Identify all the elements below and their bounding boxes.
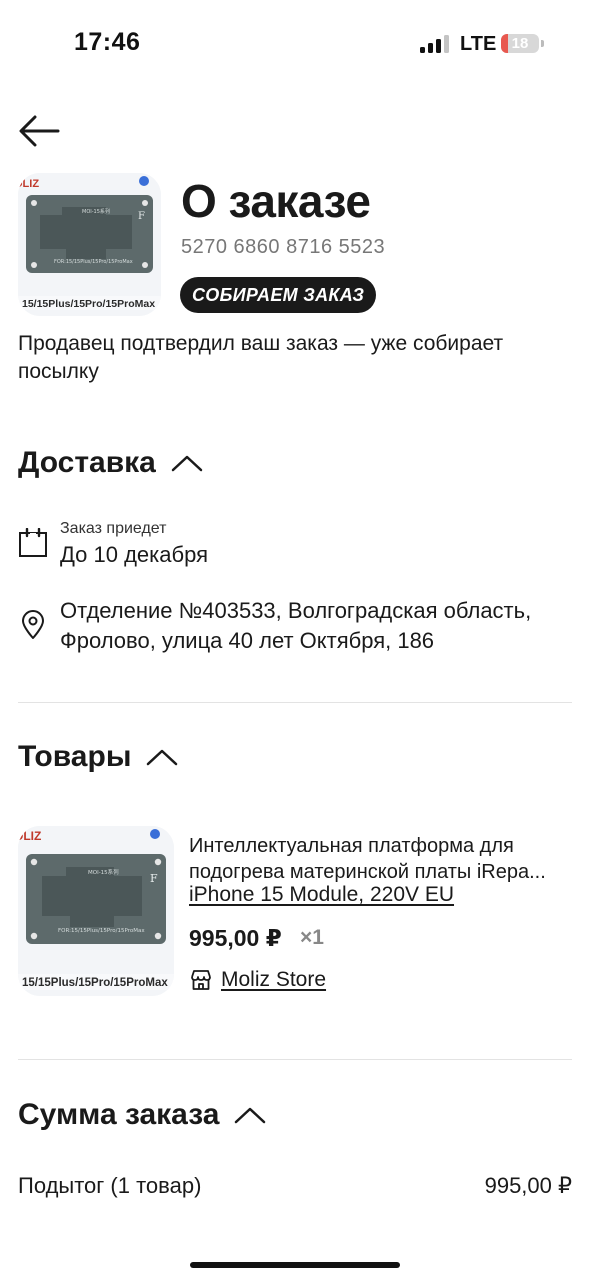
image-caption-text: 15/15Plus/15Pro/15ProMax xyxy=(22,298,155,310)
item-image-caption-text: 15/15Plus/15Pro/15ProMax xyxy=(22,977,168,989)
subtotal-value: 995,00 ₽ xyxy=(484,1173,572,1198)
battery-level: 18 xyxy=(511,35,529,52)
back-button[interactable] xyxy=(18,113,60,149)
section-title-goods: Товары xyxy=(18,740,132,773)
store-icon xyxy=(191,970,211,990)
order-product-image: OLIZ MOI-15系列 F FOR:15/15Plus/15Pro/15Pr… xyxy=(18,173,161,316)
status-bar: 17:46 LTE 18 xyxy=(0,0,590,90)
chevron-up-icon xyxy=(171,455,203,472)
location-pin-icon xyxy=(22,610,44,639)
store-name: Moliz Store xyxy=(221,968,327,991)
arrival-date: До 10 декабря xyxy=(60,542,208,567)
arrival-label: Заказ приедет xyxy=(60,520,167,537)
order-number: 5270 6860 8716 5523 xyxy=(181,236,386,258)
image-brand-text: OLIZ xyxy=(18,178,39,190)
item-image[interactable]: OLIZ MOI-15系列 F FOR:15/15Plus/15Pro/15Pr… xyxy=(18,826,174,996)
item-image-brand-text: OLIZ xyxy=(18,829,41,843)
signal-strength-icon xyxy=(420,35,450,53)
item-price: 995,00 ₽ xyxy=(189,925,282,951)
status-badge: СОБИРАЕМ ЗАКАЗ xyxy=(180,277,377,313)
status-time: 17:46 xyxy=(74,28,141,56)
image-compat-text: FOR:15/15Plus/15Pro/15ProMax xyxy=(54,259,133,265)
item-image-compat-text: FOR:15/15Plus/15Pro/15ProMax xyxy=(58,928,145,934)
status-description: Продавец подтвердил ваш заказ — уже соби… xyxy=(18,332,504,383)
chevron-up-icon xyxy=(235,1107,266,1124)
image-letter-text: F xyxy=(138,211,145,222)
image-model-text: MOI-15系列 xyxy=(82,208,110,215)
page-title: О заказе xyxy=(181,175,371,227)
home-indicator[interactable] xyxy=(190,1262,400,1268)
arrow-left-icon xyxy=(19,115,60,147)
section-title-delivery: Доставка xyxy=(18,446,156,479)
item-variant[interactable]: iPhone 15 Module, 220V EU xyxy=(189,883,454,907)
chevron-up-icon xyxy=(147,749,178,766)
item-name[interactable]: Интеллектуальная платформа для подогрева… xyxy=(189,833,574,885)
item-quantity: ×1 xyxy=(300,926,324,949)
delivery-address: Отделение №403533, Волгоградская область… xyxy=(60,598,532,653)
network-type: LTE xyxy=(460,33,497,55)
section-header-summary[interactable]: Сумма заказа xyxy=(18,1098,267,1132)
section-header-delivery[interactable]: Доставка xyxy=(18,446,204,480)
battery-icon: 18 xyxy=(501,34,539,53)
calendar-icon xyxy=(19,528,47,557)
divider xyxy=(18,1059,572,1060)
subtotal-label: Подытог (1 товар) xyxy=(18,1173,202,1198)
item-image-model-text: MOI-15系列 xyxy=(88,868,119,876)
divider xyxy=(18,702,572,703)
section-title-summary: Сумма заказа xyxy=(18,1098,220,1131)
section-header-goods[interactable]: Товары xyxy=(18,740,179,774)
item-image-letter-text: F xyxy=(150,872,158,885)
battery-tip xyxy=(541,40,544,47)
store-link[interactable]: Moliz Store xyxy=(189,968,326,992)
